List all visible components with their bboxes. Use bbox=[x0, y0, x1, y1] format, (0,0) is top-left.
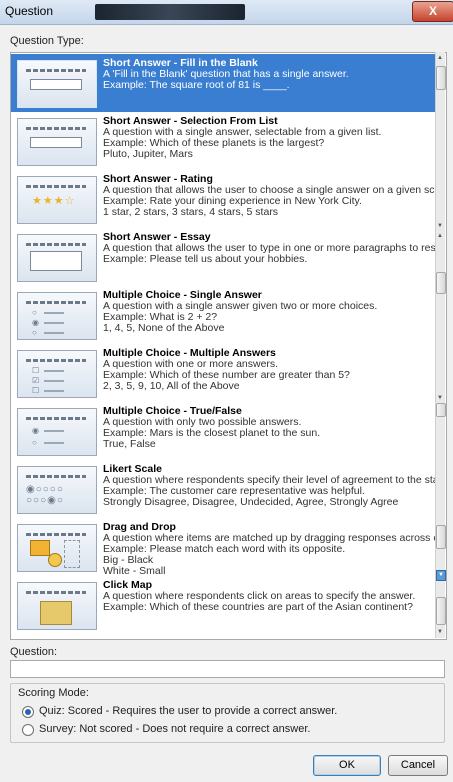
scroll-up-arrow-icon[interactable]: ▲ bbox=[436, 232, 444, 240]
question-type-detail-line: Example: Which of these number are great… bbox=[103, 370, 350, 381]
question-type-detail-line: Example: Please match each word with its… bbox=[103, 544, 346, 555]
question-type-title: Likert Scale bbox=[103, 464, 162, 475]
question-type-description: Multiple Choice - Single Answer A questio… bbox=[103, 290, 438, 334]
cancel-button[interactable]: Cancel bbox=[388, 755, 448, 776]
question-type-detail-line: Example: Rate your dining experience in … bbox=[103, 196, 362, 207]
question-type-item[interactable]: Drag and Drop A question where items are … bbox=[11, 518, 438, 577]
question-type-item[interactable]: ○ ◉ ○ Multiple Choice - Single Answer A ques… bbox=[11, 286, 436, 344]
question-type-detail-line: Big - Black bbox=[103, 555, 154, 566]
question-type-item[interactable]: ☐ ☑ ☐ Multiple Choice - Multiple Answers A q… bbox=[11, 344, 436, 402]
question-type-detail-line: A question where respondents specify the… bbox=[103, 475, 438, 486]
question-type-thumbnail-icon: ★★★☆ bbox=[17, 176, 97, 224]
question-type-item[interactable]: ◉ ○ Multiple Choice - True/False A question… bbox=[11, 402, 436, 460]
question-type-description: Click Map A question where respondents cl… bbox=[103, 580, 438, 613]
question-type-detail-line: Strongly Disagree, Disagree, Undecided, … bbox=[103, 497, 399, 508]
question-type-title: Short Answer - Fill in the Blank bbox=[103, 58, 258, 69]
title-bar-obscured-area bbox=[95, 4, 245, 20]
question-type-description: Drag and Drop A question where items are … bbox=[103, 522, 438, 577]
question-type-detail-line: Example: Which of these countries are pa… bbox=[103, 602, 413, 613]
question-type-thumbnail-icon: ◉○○○○ ○○○◉○ bbox=[17, 466, 97, 514]
question-label: Question: bbox=[10, 646, 58, 658]
question-type-detail-line: True, False bbox=[103, 439, 156, 450]
question-type-item[interactable]: Click Map A question where respondents cl… bbox=[11, 576, 436, 634]
question-type-description: Likert Scale A question where respondents… bbox=[103, 464, 438, 508]
scrollbar-thumb[interactable] bbox=[436, 272, 446, 294]
question-type-thumbnail-icon: ○ ◉ ○ bbox=[17, 292, 97, 340]
question-type-label: Question Type: bbox=[10, 35, 84, 47]
question-type-detail-line: 1, 4, 5, None of the Above bbox=[103, 323, 225, 334]
scoring-mode-label: Scoring Mode: bbox=[18, 687, 89, 699]
question-type-item[interactable]: Short Answer - Fill in the Blank A 'Fill … bbox=[11, 54, 436, 112]
question-type-title: Short Answer - Selection From List bbox=[103, 116, 278, 127]
question-type-detail-line: Example: The customer care representativ… bbox=[103, 486, 365, 497]
quiz-radio[interactable] bbox=[22, 706, 34, 718]
close-button[interactable]: X bbox=[412, 1, 453, 22]
scroll-down-arrow-icon[interactable]: ▼ bbox=[436, 394, 444, 402]
question-type-detail-line: Example: The square root of 81 is ____. bbox=[103, 80, 290, 91]
scrollbar-thumb[interactable] bbox=[436, 525, 446, 549]
question-type-title: Drag and Drop bbox=[103, 522, 176, 533]
question-type-detail-line: Pluto, Jupiter, Mars bbox=[103, 149, 193, 160]
question-type-title: Short Answer - Rating bbox=[103, 174, 213, 185]
survey-option-label: Survey: Not scored - Does not require a … bbox=[39, 723, 311, 735]
question-type-thumbnail-icon bbox=[17, 582, 97, 630]
question-type-detail-line: A question where respondents click on ar… bbox=[103, 591, 416, 602]
scrollbar-thumb[interactable] bbox=[436, 403, 446, 417]
question-type-description: Short Answer - Rating A question that all… bbox=[103, 174, 438, 218]
question-type-title: Short Answer - Essay bbox=[103, 232, 211, 243]
question-type-detail-line: A question with only two possible answer… bbox=[103, 417, 302, 428]
ok-button[interactable]: OK bbox=[313, 755, 381, 776]
question-type-detail-line: 1 star, 2 stars, 3 stars, 4 stars, 5 sta… bbox=[103, 207, 279, 218]
question-field[interactable] bbox=[10, 660, 445, 678]
scroll-up-arrow-icon[interactable]: ▲ bbox=[436, 54, 444, 62]
question-type-thumbnail-icon bbox=[17, 234, 97, 282]
survey-radio[interactable] bbox=[22, 724, 34, 736]
question-type-item[interactable]: ★★★☆ Short Answer - Rating A question that… bbox=[11, 170, 438, 228]
scroll-down-arrow-icon[interactable]: ▼ bbox=[436, 570, 446, 581]
question-type-detail-line: A question with a single answer, selecta… bbox=[103, 127, 382, 138]
question-type-detail-line: A question with a single answer given tw… bbox=[103, 301, 378, 312]
question-type-item[interactable]: Short Answer - Selection From List A ques… bbox=[11, 112, 436, 170]
question-type-description: Short Answer - Essay A question that allo… bbox=[103, 232, 438, 265]
quiz-option-label: Quiz: Scored - Requires the user to prov… bbox=[39, 705, 338, 717]
scrollbar-thumb[interactable] bbox=[436, 66, 446, 90]
question-type-thumbnail-icon bbox=[17, 60, 97, 108]
title-bar: Question X bbox=[0, 0, 453, 25]
question-type-description: Short Answer - Fill in the Blank A 'Fill … bbox=[103, 58, 438, 91]
question-type-title: Multiple Choice - Multiple Answers bbox=[103, 348, 276, 359]
question-type-detail-line: Example: Please tell us about your hobbi… bbox=[103, 254, 308, 265]
question-type-detail-line: A question that allows the user to choos… bbox=[103, 185, 438, 196]
question-type-description: Multiple Choice - True/False A question w… bbox=[103, 406, 438, 450]
scroll-down-arrow-icon[interactable]: ▼ bbox=[436, 628, 444, 636]
question-type-description: Short Answer - Selection From List A ques… bbox=[103, 116, 438, 160]
question-type-detail-line: A question where items are matched up by… bbox=[103, 533, 438, 544]
question-type-title: Multiple Choice - True/False bbox=[103, 406, 242, 417]
question-type-title: Multiple Choice - Single Answer bbox=[103, 290, 262, 301]
question-type-detail-line: A question with one or more answers. bbox=[103, 359, 279, 370]
scroll-down-arrow-icon[interactable]: ▼ bbox=[436, 222, 444, 230]
question-type-detail-line: A 'Fill in the Blank' question that has … bbox=[103, 69, 349, 80]
quiz-option[interactable]: Quiz: Scored - Requires the user to prov… bbox=[22, 705, 338, 718]
question-type-detail-line: Example: Which of these planets is the l… bbox=[103, 138, 325, 149]
question-type-detail-line: Example: Mars is the closest planet to t… bbox=[103, 428, 321, 439]
scoring-mode-group: Scoring Mode: Quiz: Scored - Requires th… bbox=[10, 683, 445, 743]
question-type-thumbnail-icon bbox=[17, 118, 97, 166]
question-type-thumbnail-icon bbox=[17, 524, 97, 572]
window-title: Question bbox=[5, 4, 54, 18]
question-type-item[interactable]: Short Answer - Essay A question that allo… bbox=[11, 228, 438, 286]
question-type-detail-line: 2, 3, 5, 9, 10, All of the Above bbox=[103, 381, 240, 392]
question-type-title: Click Map bbox=[103, 580, 153, 591]
question-type-item[interactable]: ◉○○○○ ○○○◉○ Likert Scale A question where r… bbox=[11, 460, 438, 518]
question-type-thumbnail-icon: ◉ ○ bbox=[17, 408, 97, 456]
question-type-list[interactable]: Short Answer - Fill in the Blank A 'Fill … bbox=[10, 52, 447, 640]
scrollbar-thumb[interactable] bbox=[436, 597, 446, 625]
question-type-detail-line: A question that allows the user to type … bbox=[103, 243, 438, 254]
list-scrollbar[interactable] bbox=[435, 52, 445, 638]
question-type-description: Multiple Choice - Multiple Answers A ques… bbox=[103, 348, 438, 392]
question-type-detail-line: Example: What is 2 + 2? bbox=[103, 312, 218, 323]
survey-option[interactable]: Survey: Not scored - Does not require a … bbox=[22, 723, 311, 736]
question-type-thumbnail-icon: ☐ ☑ ☐ bbox=[17, 350, 97, 398]
